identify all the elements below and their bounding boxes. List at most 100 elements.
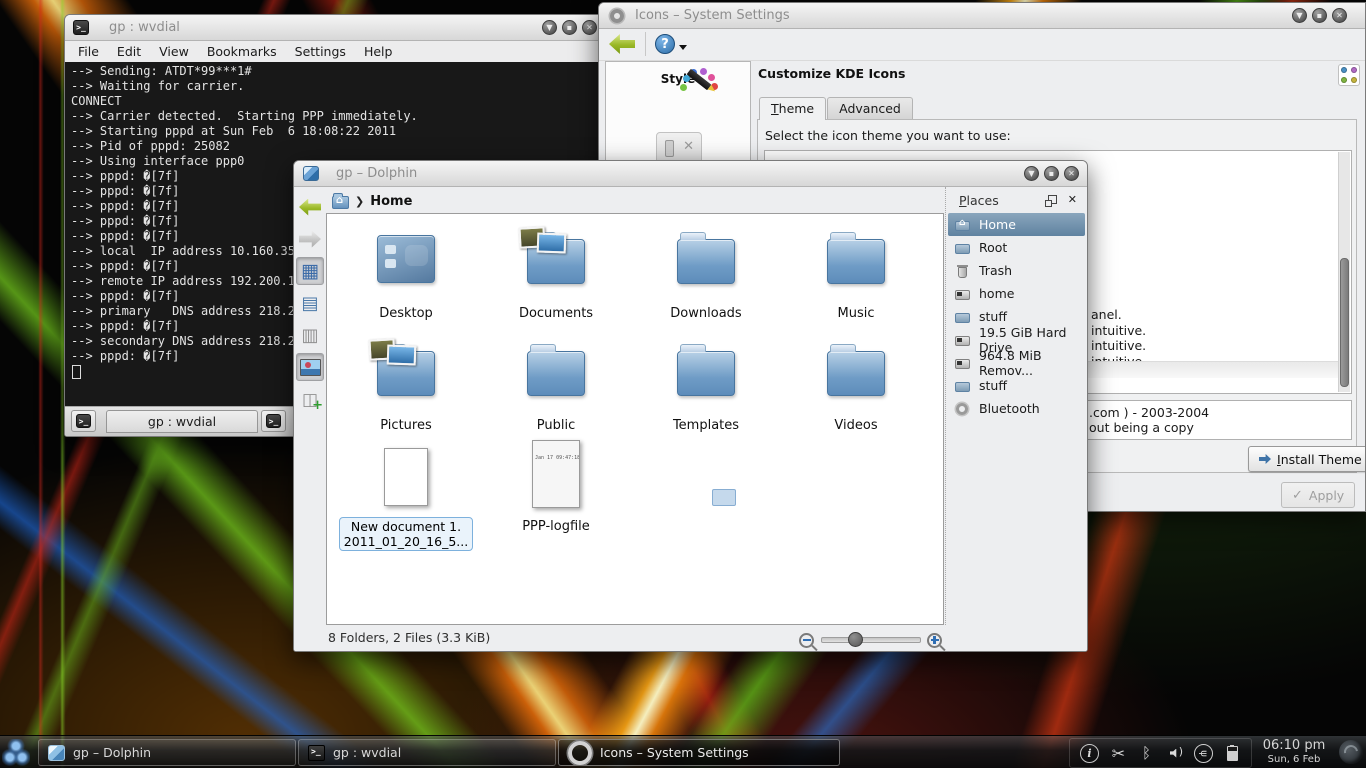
zoom-slider[interactable] xyxy=(821,637,921,643)
folder-item[interactable]: Desktop xyxy=(331,220,481,332)
folder-item[interactable]: Documents xyxy=(481,220,631,332)
place-label: 964.8 MiB Remov... xyxy=(979,348,1085,378)
taskbar-task-button[interactable]: gp – Dolphin xyxy=(38,739,296,766)
tab[interactable]: Theme xyxy=(759,97,826,120)
places-item[interactable]: Root xyxy=(948,236,1085,259)
float-panel-icon[interactable] xyxy=(1048,195,1057,204)
terminal-titlebar[interactable]: >_ gp : wvdial ▼ ▪ ✕ xyxy=(65,15,605,41)
terminal-app-icon: >_ xyxy=(73,20,89,35)
zoom-slider-knob[interactable] xyxy=(848,632,863,647)
folder-item[interactable]: Templates xyxy=(631,332,781,444)
terminal-menubar: FileEditViewBookmarksSettingsHelp xyxy=(65,41,605,63)
maximize-button[interactable]: ▪ xyxy=(1312,8,1327,23)
menu-item[interactable]: Bookmarks xyxy=(198,41,286,59)
place-icon xyxy=(955,332,971,348)
places-item[interactable]: Home xyxy=(948,213,1085,236)
maximize-button[interactable]: ▪ xyxy=(562,20,577,35)
file-item-ppp-logfile[interactable]: Jan 17 09:47:18 gp-Aspire-5738 pppd[1946… xyxy=(481,444,631,551)
folder-icon xyxy=(827,239,885,284)
places-item[interactable]: 964.8 MiB Remov... xyxy=(948,351,1085,374)
system-settings-toolbar: ? xyxy=(599,29,1365,61)
close-button[interactable]: ✕ xyxy=(582,20,597,35)
place-icon xyxy=(955,401,971,417)
install-arrow-icon xyxy=(1259,454,1271,464)
tab[interactable]: Advanced xyxy=(827,97,913,120)
plasma-cashew-icon[interactable] xyxy=(1339,740,1363,764)
taskbar-clock[interactable]: 06:10 pm Sun, 6 Feb xyxy=(1256,738,1332,765)
menu-item[interactable]: Edit xyxy=(108,41,150,59)
tray-icon[interactable] xyxy=(1080,744,1099,763)
taskbar-task-button[interactable]: Icons – System Settings xyxy=(558,739,840,766)
tray-icon[interactable] xyxy=(1194,744,1213,763)
menu-item[interactable]: View xyxy=(150,41,198,59)
tray-icon[interactable] xyxy=(1224,745,1241,762)
toolbar-button[interactable] xyxy=(296,353,324,381)
back-arrow-icon[interactable] xyxy=(609,34,635,54)
system-settings-titlebar[interactable]: Icons – System Settings ▼ ▪ ✕ xyxy=(599,3,1365,29)
toolbar-button[interactable] xyxy=(296,385,324,413)
folder-item[interactable]: Public xyxy=(481,332,631,444)
task-label: gp : wvdial xyxy=(333,745,401,760)
terminal-icon: >_ xyxy=(266,414,281,428)
home-folder-icon[interactable] xyxy=(332,196,349,209)
toolbar-button[interactable] xyxy=(296,289,324,317)
close-button[interactable]: ✕ xyxy=(1064,166,1079,181)
chevron-down-icon[interactable] xyxy=(679,45,687,54)
menu-item[interactable]: File xyxy=(69,41,108,59)
selected-file-label: New document 1. 2011_01_20_16_5... xyxy=(339,517,473,551)
minimize-button[interactable]: ▼ xyxy=(1292,8,1307,23)
system-settings-app-icon xyxy=(610,9,624,23)
places-item[interactable]: Trash xyxy=(948,259,1085,282)
toolbar-button[interactable] xyxy=(296,321,324,349)
places-item[interactable]: Bluetooth xyxy=(948,397,1085,420)
places-item[interactable]: home xyxy=(948,282,1085,305)
close-panel-icon[interactable]: ✕ xyxy=(1068,193,1077,206)
maximize-button[interactable]: ▪ xyxy=(1044,166,1059,181)
terminal-tab[interactable]: gp : wvdial xyxy=(106,410,258,433)
menu-item[interactable]: Help xyxy=(355,41,402,59)
folder-item[interactable]: Downloads xyxy=(631,220,781,332)
dolphin-app-icon xyxy=(303,166,319,181)
toolbar-button[interactable] xyxy=(296,257,324,285)
apply-button[interactable]: ✓ Apply xyxy=(1281,482,1355,508)
place-label: stuff xyxy=(979,309,1007,324)
taskbar-task-button[interactable]: gp : wvdial xyxy=(298,739,556,766)
dolphin-window-title: gp – Dolphin xyxy=(336,166,417,181)
breadcrumb-home[interactable]: Home xyxy=(370,194,412,209)
tray-icon[interactable] xyxy=(1110,745,1127,762)
folder-item[interactable]: Music xyxy=(781,220,931,332)
folder-icon xyxy=(377,351,435,396)
folder-item[interactable]: Videos xyxy=(781,332,931,444)
install-theme-button[interactable]: Install Theme File... xyxy=(1248,446,1366,472)
zoom-in-icon[interactable] xyxy=(927,633,942,648)
folder-icon xyxy=(677,351,735,396)
tab-list-button[interactable]: >_ xyxy=(261,410,286,432)
toolbar-button[interactable] xyxy=(296,193,324,221)
folder-item[interactable]: Pictures xyxy=(331,332,481,444)
system-settings-window-title: Icons – System Settings xyxy=(635,8,790,23)
folder-label: Documents xyxy=(519,306,593,321)
menu-item[interactable]: Settings xyxy=(286,41,355,59)
icon-sizes-icon[interactable] xyxy=(1338,64,1360,86)
sidebar-item-style[interactable]: Style xyxy=(606,68,750,86)
place-icon xyxy=(955,355,971,371)
toolbar-button[interactable] xyxy=(296,225,324,253)
place-label: Home xyxy=(979,217,1016,232)
tray-icon[interactable] xyxy=(1166,745,1183,762)
minimize-button[interactable]: ▼ xyxy=(542,20,557,35)
tray-icon[interactable] xyxy=(1138,745,1155,762)
task-app-icon xyxy=(568,741,592,765)
folder-label: Public xyxy=(537,418,575,433)
folder-icon xyxy=(827,351,885,396)
close-button[interactable]: ✕ xyxy=(1332,8,1347,23)
scrollbar-thumb[interactable] xyxy=(1340,258,1349,387)
file-item-new-document[interactable]: New document 1. 2011_01_20_16_5... xyxy=(331,444,481,551)
help-icon[interactable]: ? xyxy=(655,34,675,54)
new-tab-button[interactable]: >_ xyxy=(71,410,96,432)
kde-launcher-icon[interactable] xyxy=(2,739,30,766)
scrollbar[interactable] xyxy=(1338,152,1350,392)
zoom-out-icon[interactable] xyxy=(799,633,814,648)
dolphin-file-view[interactable]: Desktop Documents Downloads xyxy=(326,213,944,625)
minimize-button[interactable]: ▼ xyxy=(1024,166,1039,181)
dolphin-titlebar[interactable]: gp – Dolphin ▼ ▪ ✕ xyxy=(294,161,1087,187)
